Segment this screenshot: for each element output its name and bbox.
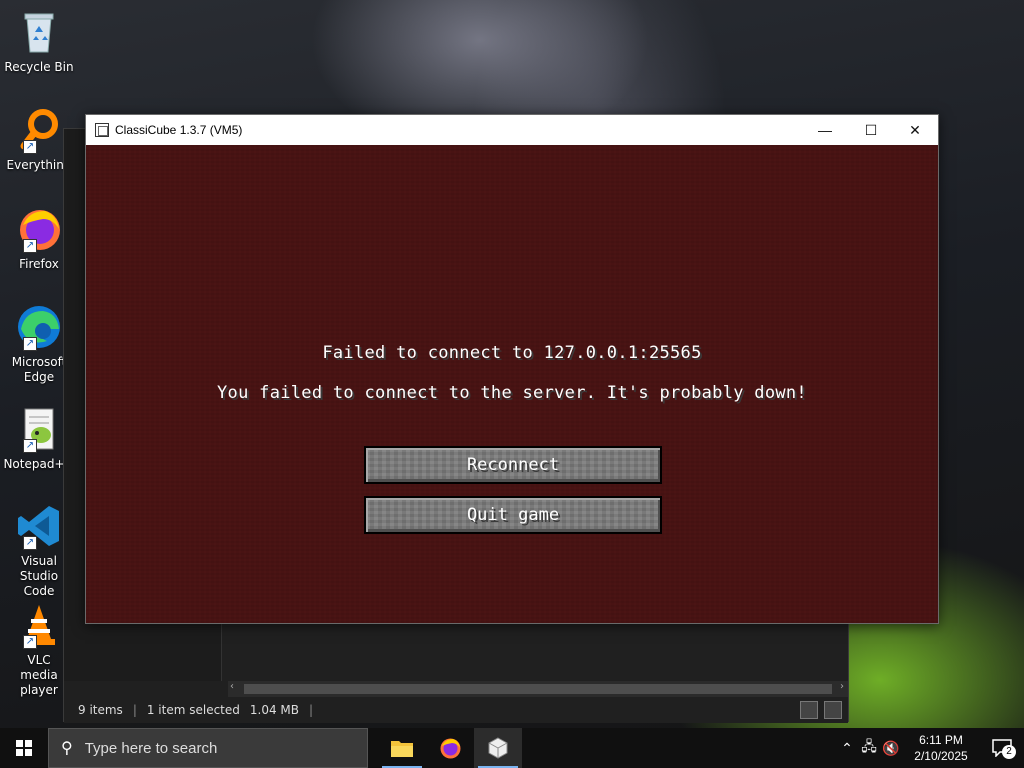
scroll-right-icon[interactable]: › — [840, 681, 844, 692]
status-size: 1.04 MB — [249, 703, 300, 717]
notification-badge: 2 — [1002, 745, 1016, 759]
classicube-app-icon — [95, 123, 109, 137]
scroll-left-icon[interactable]: ‹ — [230, 681, 234, 692]
everything-search-icon: ↗ — [15, 106, 63, 154]
recycle-bin-icon — [15, 8, 63, 56]
window-titlebar[interactable]: ClassiCube 1.3.7 (VM5) — ☐ ✕ — [86, 115, 938, 145]
classicube-window[interactable]: ClassiCube 1.3.7 (VM5) — ☐ ✕ Failed to c… — [85, 114, 939, 624]
shortcut-arrow-icon: ↗ — [23, 439, 37, 453]
classicube-cube-icon — [488, 737, 508, 759]
system-tray: ⌃ 🖧 🔇 6:11 PM 2/10/2025 2 — [836, 728, 1024, 768]
disconnect-message: You failed to connect to the server. It'… — [217, 383, 807, 403]
desktop-icon-label: Firefox — [19, 257, 59, 271]
window-title: ClassiCube 1.3.7 (VM5) — [115, 123, 243, 137]
reconnect-button[interactable]: Reconnect — [364, 446, 662, 484]
taskbar: ⚲ Type here to search ⌃ 🖧 🔇 6:11 PM 2/10… — [0, 728, 1024, 768]
status-selection: 1 item selected — [146, 703, 240, 717]
shortcut-arrow-icon: ↗ — [23, 140, 37, 154]
clock-date: 2/10/2025 — [914, 749, 968, 763]
status-separator: | — [132, 703, 137, 717]
volume-muted-icon[interactable]: 🔇 — [880, 740, 902, 757]
taskbar-search-box[interactable]: ⚲ Type here to search — [48, 728, 368, 768]
desktop-icon-recycle-bin[interactable]: Recycle Bin — [4, 8, 74, 75]
scrollbar-thumb[interactable] — [244, 684, 832, 694]
vscode-icon: ↗ — [15, 502, 63, 550]
clock-time: 6:11 PM — [919, 733, 963, 747]
taskbar-firefox[interactable] — [426, 728, 474, 768]
chevron-up-icon[interactable]: ⌃ — [836, 740, 858, 757]
explorer-status-bar: 9 items | 1 item selected 1.04 MB | — [64, 697, 848, 723]
quit-game-button[interactable]: Quit game — [364, 496, 662, 534]
firefox-icon: ↗ — [15, 205, 63, 253]
notification-center-button[interactable]: 2 — [980, 739, 1024, 759]
status-item-count: 9 items — [78, 703, 123, 717]
folder-icon — [391, 741, 413, 757]
edge-icon: ↗ — [15, 303, 63, 351]
desktop-icon-label: Recycle Bin — [4, 60, 74, 74]
status-separator: | — [309, 703, 314, 717]
network-icon[interactable]: 🖧 — [858, 736, 880, 760]
search-icon: ⚲ — [61, 740, 73, 757]
shortcut-arrow-icon: ↗ — [23, 239, 37, 253]
windows-logo-icon — [16, 740, 32, 756]
notepadpp-icon: ↗ — [15, 405, 63, 453]
details-view-icon[interactable] — [800, 701, 818, 719]
taskbar-file-explorer[interactable] — [378, 728, 426, 768]
shortcut-arrow-icon: ↗ — [23, 337, 37, 351]
search-placeholder: Type here to search — [84, 739, 218, 757]
firefox-icon — [440, 738, 461, 759]
close-button[interactable]: ✕ — [892, 115, 938, 145]
desktop-icon-label: Everything — [6, 158, 72, 172]
shortcut-arrow-icon: ↗ — [23, 536, 37, 550]
large-icons-view-icon[interactable] — [824, 701, 842, 719]
minimize-button[interactable]: — — [802, 115, 848, 145]
taskbar-clock[interactable]: 6:11 PM 2/10/2025 — [902, 732, 980, 764]
vlc-cone-icon: ↗ — [15, 601, 63, 649]
shortcut-arrow-icon: ↗ — [23, 635, 37, 649]
explorer-horizontal-scrollbar[interactable]: ‹ › — [228, 681, 848, 697]
maximize-button[interactable]: ☐ — [848, 115, 894, 145]
desktop-icon-label: VLC media player — [20, 653, 58, 697]
disconnect-title: Failed to connect to 127.0.0.1:25565 — [322, 343, 702, 363]
start-button[interactable] — [0, 728, 48, 768]
taskbar-classicube[interactable] — [474, 728, 522, 768]
desktop-icon-label: Microsoft Edge — [11, 355, 67, 384]
game-viewport[interactable]: Failed to connect to 127.0.0.1:25565 You… — [86, 145, 938, 623]
